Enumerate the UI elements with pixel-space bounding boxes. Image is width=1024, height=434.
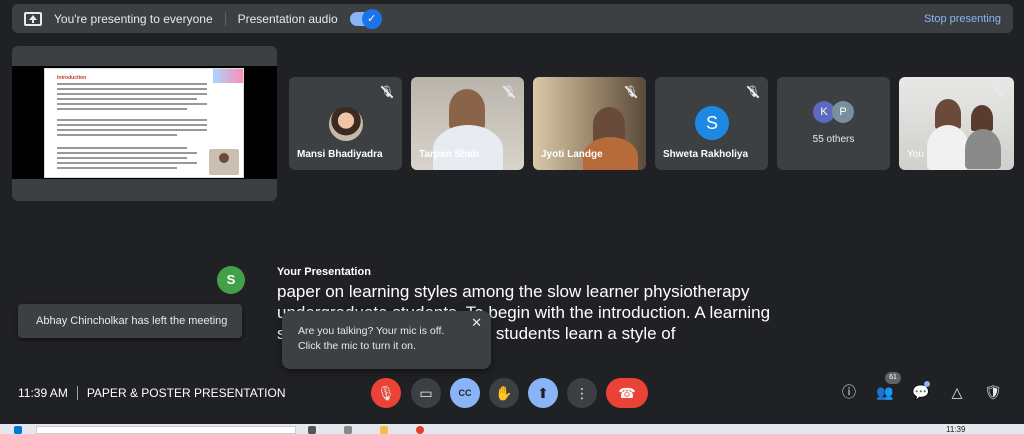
leave-call-button[interactable]: ☎ [606, 378, 648, 408]
presentation-tile[interactable]: Introduction [12, 46, 277, 201]
participant-name: Mansi Bhadiyadra [297, 149, 383, 160]
participant-tile[interactable]: 🎙 S Shweta Rakholiya [655, 77, 768, 170]
participant-tile[interactable]: 🎙 Mansi Bhadiyadra [289, 77, 402, 170]
participant-video [433, 125, 503, 170]
activities-button[interactable]: △ [946, 381, 968, 403]
meeting-details-button[interactable]: ⓘ [838, 381, 860, 403]
self-video [965, 129, 1001, 169]
presenting-status-text: You're presenting to everyone [54, 11, 213, 26]
slide-text-line [57, 134, 177, 136]
host-controls-button[interactable]: 🛡 [982, 381, 1004, 403]
camera-toggle-button[interactable]: ▭ [411, 378, 441, 408]
taskbar-clock: 11:39 [946, 425, 966, 434]
mic-muted-icon: 🎙 [502, 86, 516, 98]
footer-divider [76, 386, 78, 400]
slide-text-line [57, 83, 207, 85]
file-explorer-icon[interactable] [380, 426, 388, 434]
present-screen-icon [24, 11, 42, 26]
slide-text-line [57, 119, 207, 121]
check-icon: ✓ [361, 8, 382, 29]
windows-start-icon[interactable] [14, 426, 22, 434]
presentation-audio-label: Presentation audio [237, 11, 338, 26]
others-count-label: 55 others [812, 134, 855, 145]
avatar [329, 107, 363, 141]
os-taskbar: 11:39 [0, 424, 1024, 434]
meeting-name: PAPER & POSTER PRESENTATION [86, 386, 286, 400]
caption-speaker-name: Your Presentation [277, 266, 371, 278]
people-count-badge: 61 [885, 372, 901, 384]
slide-text-line [57, 152, 197, 154]
more-options-button[interactable]: ⋮ [567, 378, 597, 408]
avatar: S [695, 106, 729, 140]
mic-off-message: Are you talking? Your mic is off. [298, 325, 445, 337]
info-icon: ⓘ [842, 384, 856, 400]
slide-text-line [57, 103, 207, 105]
slide-text-line [57, 157, 187, 159]
mic-toggle-button[interactable]: 🎙 [371, 378, 401, 408]
mic-muted-icon: 🎙 [380, 86, 394, 98]
chat-notification-dot [924, 381, 930, 387]
present-now-button[interactable]: ⬆ [528, 378, 558, 408]
taskbar-app-icon[interactable] [344, 426, 352, 434]
presentation-slide: Introduction [44, 68, 244, 178]
self-video [971, 105, 993, 131]
participant-name: Shweta Rakholiya [663, 149, 749, 160]
activities-icon: △ [951, 383, 963, 400]
shield-icon: 🛡 [984, 383, 1002, 400]
task-view-icon[interactable] [308, 426, 316, 434]
slide-decoration [213, 69, 243, 83]
mic-off-tooltip: Are you talking? Your mic is off. Click … [282, 311, 491, 369]
banner-divider [224, 11, 226, 26]
slide-text-line [57, 98, 197, 100]
slide-text-line [57, 147, 187, 149]
captions-icon: CC [458, 388, 472, 398]
participant-video [449, 89, 485, 129]
camera-icon: ▭ [419, 384, 433, 401]
slide-text-line [57, 167, 177, 169]
avatar: P [832, 101, 854, 123]
raise-hand-button[interactable]: ✋ [489, 378, 519, 408]
slide-text-line [57, 108, 187, 110]
presentation-screen: Introduction [12, 66, 277, 179]
people-button[interactable]: 👥 [874, 381, 896, 403]
meeting-info: 11:39 AM PAPER & POSTER PRESENTATION [18, 386, 286, 400]
close-icon[interactable]: ✕ [471, 315, 482, 330]
stop-presenting-button[interactable]: Stop presenting [924, 13, 1001, 25]
presenting-banner: You're presenting to everyone Presentati… [12, 4, 1013, 33]
phone-hangup-icon: ☎ [618, 384, 636, 401]
participant-name: Jyoti Landge [541, 149, 603, 160]
presenter-self-view [209, 149, 239, 175]
mic-off-hint: Click the mic to turn it on. [298, 340, 416, 352]
chrome-icon[interactable] [416, 426, 424, 434]
mic-muted-icon: 🎙 [624, 86, 638, 98]
presentation-audio-toggle[interactable]: ✓ [349, 8, 382, 29]
mic-muted-icon: 🎙 [746, 86, 760, 98]
slide-text-line [57, 88, 207, 90]
participant-tile[interactable]: 🎙 Jyoti Landge [533, 77, 646, 170]
participant-left-notification: Abhay Chincholkar has left the meeting [18, 304, 242, 338]
mic-off-icon: 🎙 [377, 384, 395, 401]
captions-button[interactable]: CC [450, 378, 480, 408]
slide-text-line [57, 93, 207, 95]
others-tile[interactable]: K P 55 others [777, 77, 890, 170]
participant-tile[interactable]: 🎙 Tarpan Shah [411, 77, 524, 170]
present-icon: ⬆ [537, 384, 549, 401]
mic-muted-icon: 🎙 [992, 86, 1006, 98]
self-view-tile[interactable]: 🎙 You [899, 77, 1014, 170]
more-vert-icon: ⋮ [575, 384, 589, 401]
taskbar-search-input[interactable] [36, 426, 296, 434]
slide-title: Introduction [57, 75, 87, 81]
caption-speaker-avatar: S [217, 266, 245, 294]
slide-text-line [57, 124, 207, 126]
hand-icon: ✋ [495, 384, 513, 401]
participant-name: Tarpan Shah [419, 149, 479, 160]
people-icon: 👥 [876, 383, 894, 400]
participant-name: You [907, 149, 924, 160]
slide-text-line [57, 129, 207, 131]
clock-time: 11:39 AM [18, 386, 68, 400]
self-video [927, 125, 969, 170]
slide-text-line [57, 162, 197, 164]
